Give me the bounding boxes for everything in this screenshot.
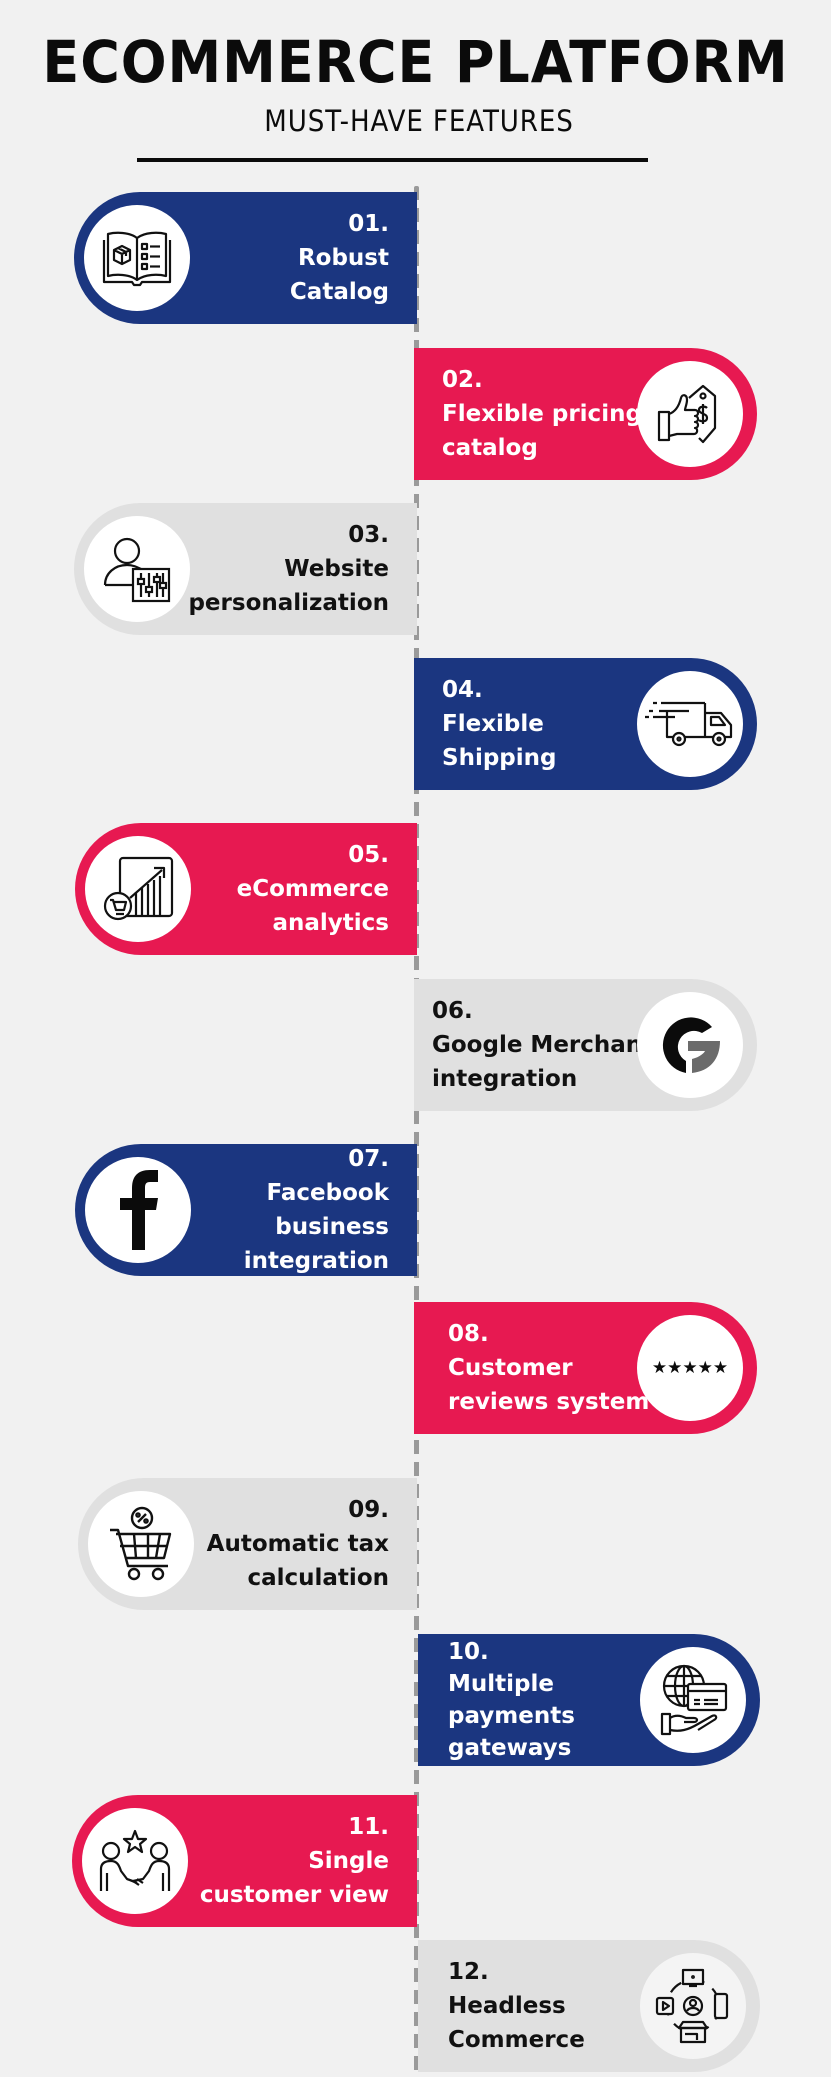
title-divider	[137, 158, 648, 162]
feature-card-03: 03. Website personalization	[74, 503, 417, 635]
stars-rating: ★★★★★	[651, 1358, 729, 1378]
feature-card-09: 09. Automatic tax calculation	[78, 1478, 417, 1610]
feature-number: 03.	[348, 522, 389, 548]
thumbs-up-price-tag-icon	[637, 361, 743, 467]
feature-number: 10.	[448, 1639, 489, 1665]
feature-text: 02. Flexible pricing catalog	[414, 363, 642, 465]
feature-text: 11. Single customer view	[200, 1810, 417, 1912]
feature-card-10: 10. Multiple payments gateways	[418, 1634, 760, 1766]
feature-label-line: Robust	[297, 245, 389, 271]
analytics-chart-cart-icon	[85, 836, 191, 942]
feature-number: 08.	[448, 1321, 489, 1347]
feature-number: 09.	[348, 1497, 389, 1523]
feature-card-11: 11. Single customer view	[72, 1795, 417, 1927]
feature-label-line: reviews system	[448, 1389, 650, 1415]
handshake-star-icon	[82, 1808, 188, 1914]
delivery-truck-icon	[637, 671, 743, 777]
feature-text: 12. Headless Commerce	[418, 1955, 585, 2057]
feature-number: 11.	[348, 1814, 389, 1840]
globe-card-hand-icon	[640, 1647, 746, 1753]
feature-number: 01.	[348, 211, 389, 237]
feature-text: 01. Robust Catalog	[290, 207, 417, 309]
shopping-cart-percent-icon	[88, 1491, 194, 1597]
feature-label-line: business	[275, 1214, 389, 1240]
feature-number: 06.	[432, 998, 473, 1024]
feature-label-line: integration	[243, 1248, 389, 1274]
feature-label-line: catalog	[442, 435, 538, 461]
feature-label-line: customer view	[199, 1882, 389, 1908]
feature-label-line: analytics	[272, 910, 390, 936]
feature-label-line: Facebook	[266, 1180, 389, 1206]
feature-text: 03. Website personalization	[188, 518, 417, 620]
facebook-f-icon	[85, 1157, 191, 1263]
feature-text: 08. Customer reviews system	[414, 1317, 649, 1419]
feature-card-12: 12. Headless Commerce	[418, 1940, 760, 2072]
feature-label-line: personalization	[188, 590, 389, 616]
user-settings-sliders-icon	[84, 516, 190, 622]
feature-label-line: Single	[308, 1848, 389, 1874]
feature-card-01: 01. Robust Catalog	[74, 192, 417, 324]
feature-text: 10. Multiple payments gateways	[418, 1636, 575, 1764]
feature-card-06: 06. Google Merchant integration	[414, 979, 757, 1111]
feature-label-line: Multiple	[448, 1671, 554, 1697]
feature-card-02: 02. Flexible pricing catalog	[414, 348, 757, 480]
feature-label-line: Commerce	[448, 2027, 585, 2053]
feature-text: 06. Google Merchant integration	[414, 994, 653, 1096]
omnichannel-devices-icon	[640, 1953, 746, 2059]
feature-text: 07. Facebook business integration	[244, 1142, 417, 1278]
page-title: ECOMMERCE PLATFORM	[42, 28, 789, 96]
feature-text: 04. Flexible Shipping	[414, 673, 556, 775]
catalog-book-icon	[84, 205, 190, 311]
feature-label-line: Flexible	[442, 711, 544, 737]
feature-label-line: eCommerce	[236, 876, 389, 902]
feature-label-line: Shipping	[442, 745, 557, 771]
feature-number: 04.	[442, 677, 483, 703]
feature-number: 07.	[348, 1146, 389, 1172]
feature-label-line: Website	[284, 556, 389, 582]
feature-label-line: Customer	[448, 1355, 573, 1381]
feature-label-line: Flexible pricing	[442, 401, 642, 427]
feature-label-line: gateways	[448, 1735, 572, 1761]
feature-text: 09. Automatic tax calculation	[207, 1493, 417, 1595]
feature-label-line: Automatic tax	[206, 1531, 389, 1557]
feature-label-line: calculation	[247, 1565, 389, 1591]
feature-number: 02.	[442, 367, 483, 393]
feature-card-05: 05. eCommerce analytics	[75, 823, 417, 955]
page-subtitle: MUST-HAVE FEATURES	[264, 104, 574, 138]
feature-card-08: 08. Customer reviews system ★★★★★	[414, 1302, 757, 1434]
feature-label-line: integration	[432, 1066, 578, 1092]
feature-card-04: 04. Flexible Shipping	[414, 658, 757, 790]
feature-label-line: payments	[448, 1703, 575, 1729]
feature-number: 12.	[448, 1959, 489, 1985]
five-stars-icon: ★★★★★	[637, 1315, 743, 1421]
feature-label-line: Headless	[448, 1993, 566, 2019]
feature-text: 05. eCommerce analytics	[237, 838, 417, 940]
feature-card-07: 07. Facebook business integration	[75, 1144, 417, 1276]
feature-number: 05.	[348, 842, 389, 868]
feature-label-line: Catalog	[289, 279, 389, 305]
google-g-icon	[637, 992, 743, 1098]
feature-label-line: Google Merchant	[432, 1032, 654, 1058]
